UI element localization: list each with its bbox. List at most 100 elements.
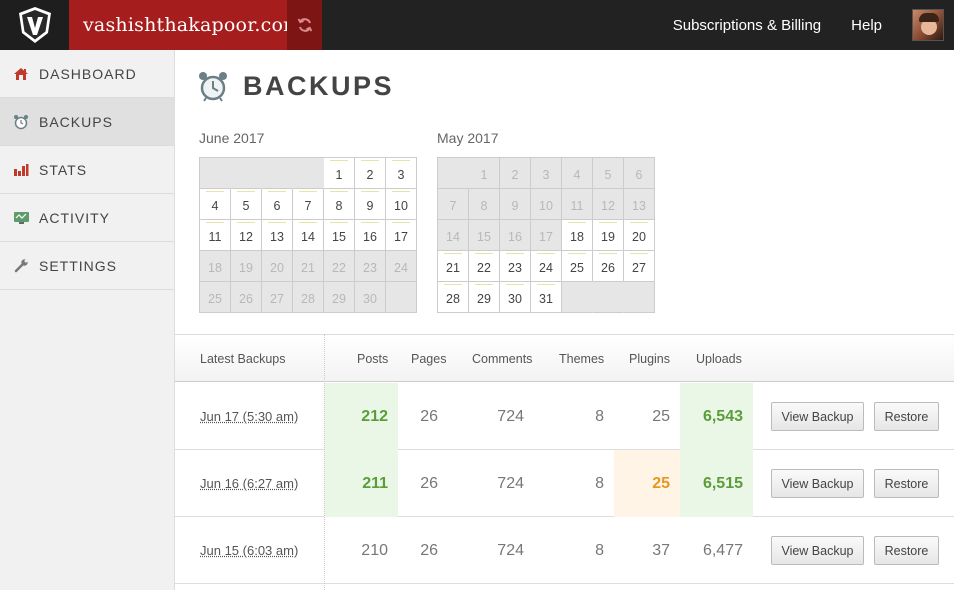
calendar-day-backup[interactable]: 5 [231,189,262,220]
calendar-day-backup[interactable]: 3 [386,158,417,189]
restore-button[interactable]: Restore [874,536,939,565]
calendar-day-unavailable: 30 [355,282,386,313]
calendar-day-backup[interactable]: 7 [293,189,324,220]
calendar-day-unavailable: 23 [355,251,386,282]
calendar-day-backup[interactable]: 11 [200,220,231,251]
calendar-day-backup[interactable]: 28 [438,282,469,313]
site-selector[interactable]: vashishthakapoor.com [69,0,301,50]
posts-value: 210 [361,541,388,559]
sidebar-item-label: BACKUPS [39,113,113,130]
calendar-empty-cell [386,282,417,313]
uploads-value: 6,543 [680,383,753,450]
calendar-day-backup[interactable]: 29 [469,282,500,313]
calendar-day-backup[interactable]: 31 [531,282,562,313]
calendar-day-unavailable: 13 [624,189,655,220]
calendar-day-unavailable: 2 [500,158,531,189]
calendar-day-backup[interactable]: 26 [593,251,624,282]
themes-value: 8 [595,407,604,425]
calendar-day-unavailable: 22 [324,251,355,282]
calendar-day-backup[interactable]: 12 [231,220,262,251]
calendar-day-backup[interactable]: 8 [324,189,355,220]
calendar-day-backup[interactable]: 30 [500,282,531,313]
restore-button[interactable]: Restore [874,469,939,498]
calendar-day-backup[interactable]: 1 [324,158,355,189]
calendar-day-unavailable: 1 [469,158,500,189]
view-backup-button[interactable]: View Backup [771,402,864,431]
calendar-day-unavailable: 8 [469,189,500,220]
calendar-day-backup[interactable]: 16 [355,220,386,251]
backup-date-link[interactable]: Jun 15 (6:03 am) [200,517,298,584]
calendar-day-backup[interactable]: 19 [593,220,624,251]
plugins-value: 25 [652,407,670,425]
calendar-empty-cell [624,282,655,313]
calendar-day-unavailable: 5 [593,158,624,189]
calendar-day-unavailable: 29 [324,282,355,313]
backup-date-link[interactable]: Jun 17 (5:30 am) [200,383,298,450]
sidebar-item-dashboard[interactable]: DASHBOARD [0,50,174,98]
calendar-day-unavailable: 16 [500,220,531,251]
calendar-day-backup[interactable]: 17 [386,220,417,251]
calendar-day-unavailable: 12 [593,189,624,220]
user-avatar[interactable] [912,9,944,41]
calendar-day-backup[interactable]: 4 [200,189,231,220]
calendar-day-backup[interactable]: 25 [562,251,593,282]
pages-value: 26 [420,474,438,492]
calendar-day-backup[interactable]: 23 [500,251,531,282]
uploads-value: 6,477 [702,541,743,559]
top-bar: vashishthakapoor.com Subscriptions & Bil… [0,0,954,50]
calendar-empty-cell [231,158,262,189]
calendar-day-backup[interactable]: 6 [262,189,293,220]
table-row: Jun 15 (6:03 am) 210 26 724 8 37 6,477 View Bac… [175,517,954,584]
calendar-day-backup[interactable]: 13 [262,220,293,251]
posts-value: 211 [324,450,398,517]
logo[interactable] [0,0,69,50]
calendar-day-backup[interactable]: 10 [386,189,417,220]
table-row: Jun 16 (6:27 am) 211 26 724 8 25 6,515 View Bac… [175,450,954,517]
sidebar-item-label: SETTINGS [39,257,118,274]
calendar-day-backup[interactable]: 27 [624,251,655,282]
calendar-day-backup[interactable]: 14 [293,220,324,251]
main-content: BACKUPS June 2017 1 2 3 4 5 6 7 8 9 10 11 12 13 14 15 1… [175,50,954,590]
sync-button[interactable] [287,0,322,50]
col-pages: Pages [411,352,447,366]
table-row: Jun 17 (5:30 am) 212 26 724 8 25 6,543 View Bac… [175,383,954,450]
sidebar-item-backups[interactable]: BACKUPS [0,98,174,146]
nav-help[interactable]: Help [851,17,882,34]
pages-value: 26 [420,541,438,559]
calendar-day-backup[interactable]: 24 [531,251,562,282]
calendar-empty-cell [438,158,469,189]
calendar-day-backup[interactable]: 21 [438,251,469,282]
calendar-title: May 2017 [437,130,499,146]
calendar-day-backup[interactable]: 2 [355,158,386,189]
calendar-day-backup[interactable]: 9 [355,189,386,220]
calendar-day-backup[interactable]: 22 [469,251,500,282]
col-uploads: Uploads [696,352,742,366]
nav-subscriptions-billing[interactable]: Subscriptions & Billing [673,17,821,34]
calendar-day-unavailable: 26 [231,282,262,313]
sidebar-item-settings[interactable]: SETTINGS [0,242,174,290]
wrench-icon [12,257,30,275]
view-backup-button[interactable]: View Backup [771,536,864,565]
view-backup-button[interactable]: View Backup [771,469,864,498]
calendar-day-unavailable: 3 [531,158,562,189]
sidebar-item-activity[interactable]: ACTIVITY [0,194,174,242]
calendar-empty-cell [593,282,624,313]
vaultpress-v-logo-icon [18,7,51,43]
backup-date-link[interactable]: Jun 16 (6:27 am) [200,450,298,517]
calendar-empty-cell [262,158,293,189]
calendar-day-backup[interactable]: 18 [562,220,593,251]
calendar-day-backup[interactable]: 15 [324,220,355,251]
sync-icon [297,18,312,32]
calendar-day-backup[interactable]: 20 [624,220,655,251]
comments-value: 724 [497,407,524,425]
calendar-day-unavailable: 9 [500,189,531,220]
calendar-empty-cell [293,158,324,189]
calendar-may-2017: May 2017 1 2 3 4 5 6 7 8 9 10 11 12 13 14 15 16 17 18 19 20… [437,130,655,313]
restore-button[interactable]: Restore [874,402,939,431]
calendar-day-unavailable: 17 [531,220,562,251]
calendar-june-2017: June 2017 1 2 3 4 5 6 7 8 9 10 11 12 13 14 15 16 17 18 19 2… [199,130,417,313]
sidebar-item-stats[interactable]: STATS [0,146,174,194]
calendar-day-unavailable: 4 [562,158,593,189]
page-title: BACKUPS [243,70,395,101]
plugins-value: 25 [614,450,680,517]
